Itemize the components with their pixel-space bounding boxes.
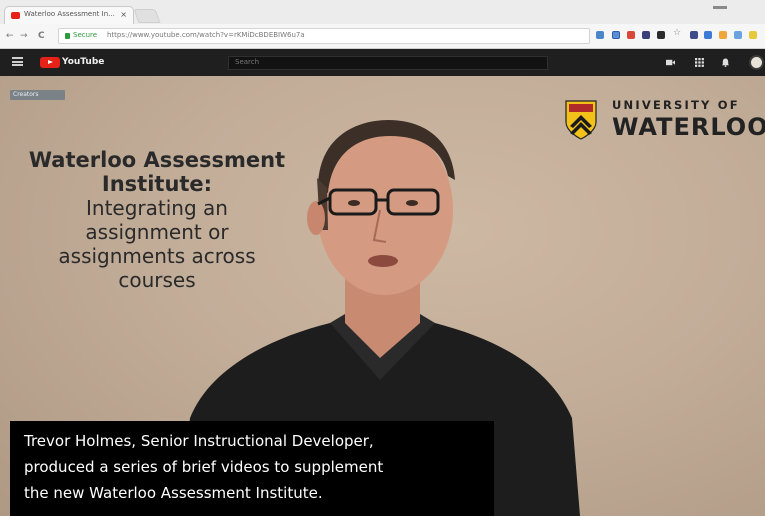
- logo-waterloo-text: WATERLOO: [612, 113, 765, 141]
- account-avatar[interactable]: [749, 55, 764, 70]
- extension-icon[interactable]: [749, 31, 757, 39]
- caption-line: Trevor Holmes, Senior Instructional Deve…: [24, 432, 374, 450]
- extension-icon[interactable]: [734, 31, 742, 39]
- extension-icon[interactable]: [657, 31, 665, 39]
- extension-icon[interactable]: [704, 31, 712, 39]
- youtube-top-bar: YouTube Search: [0, 49, 765, 76]
- channel-badge-label: Creators: [13, 91, 39, 98]
- tab-close-icon[interactable]: ×: [120, 10, 127, 19]
- minimize-window-icon[interactable]: [713, 6, 727, 9]
- browser-tab[interactable]: Waterloo Assessment In... ×: [4, 6, 134, 24]
- lock-icon: [65, 33, 70, 39]
- page: Waterloo Assessment In... × ← → C Secure…: [0, 0, 765, 516]
- create-video-icon[interactable]: [666, 58, 675, 67]
- extension-icon[interactable]: [612, 31, 620, 39]
- apps-grid-icon[interactable]: [695, 58, 704, 67]
- address-bar[interactable]: Secure https://www.youtube.com/watch?v=r…: [58, 28, 590, 44]
- youtube-logo-text[interactable]: YouTube: [62, 57, 104, 67]
- browser-tab-strip: Waterloo Assessment In... ×: [0, 0, 765, 24]
- new-tab-button[interactable]: [133, 9, 161, 23]
- url-text[interactable]: https://www.youtube.com/watch?v=rKMiDcBD…: [107, 31, 305, 39]
- extension-icon[interactable]: [596, 31, 604, 39]
- caption-line: produced a series of brief videos to sup…: [24, 458, 384, 476]
- caption-box: Trevor Holmes, Senior Instructional Deve…: [10, 421, 494, 516]
- caption-line: the new Waterloo Assessment Institute.: [24, 484, 323, 502]
- browser-toolbar: ← → C Secure https://www.youtube.com/wat…: [0, 24, 765, 49]
- extension-icon[interactable]: [642, 31, 650, 39]
- logo-university-text: UNIVERSITY OF: [612, 98, 740, 112]
- extension-icon[interactable]: [627, 31, 635, 39]
- notifications-bell-icon[interactable]: [721, 58, 730, 67]
- search-input[interactable]: Search: [228, 56, 548, 70]
- secure-label: Secure: [73, 31, 98, 39]
- back-button[interactable]: ←: [6, 30, 14, 42]
- menu-icon[interactable]: [12, 57, 23, 66]
- channel-badge: Creators: [10, 90, 65, 100]
- search-placeholder: Search: [235, 58, 260, 66]
- youtube-logo-icon[interactable]: [40, 57, 60, 68]
- forward-button[interactable]: →: [20, 30, 28, 42]
- bookmark-star-icon[interactable]: ☆: [673, 28, 681, 38]
- tab-title: Waterloo Assessment In...: [24, 10, 115, 18]
- reload-button[interactable]: C: [38, 30, 45, 42]
- youtube-favicon-icon: [11, 12, 20, 19]
- extension-icon[interactable]: [690, 31, 698, 39]
- extension-icon[interactable]: [719, 31, 727, 39]
